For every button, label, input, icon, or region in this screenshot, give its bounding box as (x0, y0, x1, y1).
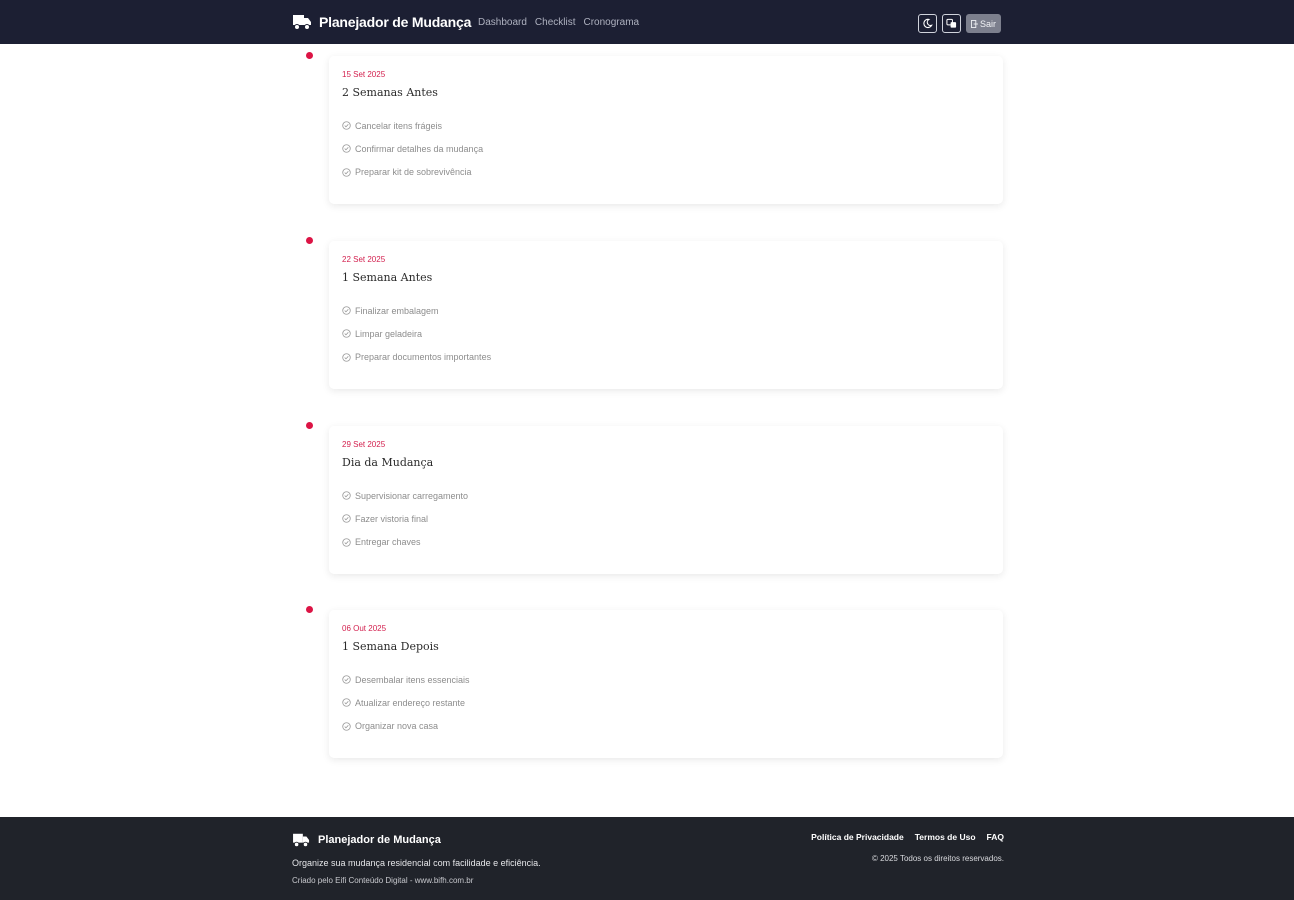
moon-icon (923, 18, 933, 29)
timeline-dot (306, 606, 313, 613)
brand-name: Planejador de Mudança (319, 14, 472, 30)
card-date: 06 Out 2025 (342, 624, 387, 633)
task-label: Preparar kit de sobrevivência (355, 167, 472, 178)
task-label: Finalizar embalagem (355, 305, 439, 316)
task-label: Preparar documentos importantes (355, 352, 492, 363)
timeline-dot (306, 237, 313, 244)
translate-button[interactable] (942, 14, 961, 33)
task-item[interactable]: Atualizar endereço restante (342, 691, 990, 714)
task-label: Atualizar endereço restante (355, 697, 466, 708)
task-item[interactable]: Desembalar itens essenciais (342, 668, 990, 691)
check-circle-icon (342, 168, 351, 177)
footer-description: Organize sua mudança residencial com fac… (292, 858, 541, 868)
task-list: Cancelar itens frágeis Confirmar detalhe… (342, 114, 990, 184)
navbar: Planejador de Mudança Dashboard Checklis… (0, 0, 1294, 44)
task-item[interactable]: Fazer vistoria final (342, 507, 990, 530)
nav-actions: Sair (918, 14, 1002, 33)
task-item[interactable]: Preparar documentos importantes (342, 346, 990, 369)
footer-credit[interactable]: Criado pelo Eifi Conteúdo Digital - www.… (292, 876, 473, 885)
nav-link-dashboard[interactable]: Dashboard (478, 17, 527, 28)
task-label: Organizar nova casa (355, 721, 439, 732)
task-item[interactable]: Organizar nova casa (342, 715, 990, 738)
task-label: Supervisionar carregamento (355, 490, 469, 501)
task-list: Desembalar itens essenciais Atualizar en… (342, 668, 990, 738)
footer-brand-name: Planejador de Mudança (318, 834, 441, 846)
footer-copyright: © 2025 Todos os direitos reservados. (871, 854, 1004, 863)
timeline-dot (306, 422, 313, 429)
footer-link-privacy[interactable]: Política de Privacidade (811, 832, 904, 842)
task-item[interactable]: Cancelar itens frágeis (342, 114, 990, 137)
nav-link-checklist[interactable]: Checklist (535, 17, 576, 28)
task-item[interactable]: Entregar chaves (342, 531, 990, 554)
logout-button[interactable]: Sair (966, 14, 1002, 33)
logout-label: Sair (980, 18, 997, 29)
check-circle-icon (342, 491, 351, 500)
task-label: Cancelar itens frágeis (355, 120, 443, 131)
card-title: 1 Semana Antes (342, 271, 433, 284)
footer: Planejador de Mudança Organize sua mudan… (0, 817, 1294, 900)
check-circle-icon (342, 698, 351, 708)
check-circle-icon (342, 538, 351, 547)
timeline-dot (306, 52, 313, 59)
check-circle-icon (342, 306, 351, 315)
footer-links: Política de Privacidade Termos de Uso FA… (811, 832, 1004, 842)
task-label: Entregar chaves (355, 537, 421, 548)
brand-link[interactable]: Planejador de Mudança (292, 13, 471, 31)
check-circle-icon (342, 144, 351, 154)
card-title: Dia da Mudança (342, 456, 434, 469)
translate-icon (946, 18, 957, 28)
timeline-card: 15 Set 2025 2 Semanas Antes Cancelar ite… (329, 56, 1003, 204)
task-item[interactable]: Confirmar detalhes da mudança (342, 137, 990, 160)
logout-icon (971, 19, 978, 28)
task-item[interactable]: Preparar kit de sobrevivência (342, 161, 990, 184)
timeline-card: 22 Set 2025 1 Semana Antes Finalizar emb… (329, 241, 1003, 389)
timeline-card: 06 Out 2025 1 Semana Depois Desembalar i… (329, 610, 1003, 758)
check-circle-icon (342, 121, 351, 130)
task-item[interactable]: Finalizar embalagem (342, 299, 990, 322)
check-circle-icon (342, 353, 351, 362)
footer-link-terms[interactable]: Termos de Uso (915, 832, 976, 842)
check-circle-icon (342, 722, 351, 731)
footer-link-faq[interactable]: FAQ (987, 832, 1004, 842)
task-item[interactable]: Limpar geladeira (342, 322, 990, 345)
check-circle-icon (342, 329, 351, 339)
nav-link-cronograma[interactable]: Cronograma (584, 17, 640, 28)
theme-toggle-button[interactable] (918, 14, 937, 33)
task-list: Finalizar embalagem Limpar geladeira Pre… (342, 299, 990, 369)
nav-links: Dashboard Checklist Cronograma (478, 17, 639, 28)
task-label: Confirmar detalhes da mudança (355, 143, 484, 154)
card-title: 2 Semanas Antes (342, 86, 438, 99)
card-date: 15 Set 2025 (342, 70, 386, 79)
task-label: Desembalar itens essenciais (355, 674, 470, 685)
card-title: 1 Semana Depois (342, 640, 439, 653)
task-label: Fazer vistoria final (355, 513, 429, 524)
check-circle-icon (342, 514, 351, 524)
card-date: 29 Set 2025 (342, 440, 386, 449)
task-list: Supervisionar carregamento Fazer vistori… (342, 484, 990, 554)
task-item[interactable]: Supervisionar carregamento (342, 484, 990, 507)
moving-truck-icon (293, 833, 310, 848)
check-circle-icon (342, 675, 351, 684)
moving-truck-icon (293, 15, 311, 30)
task-label: Limpar geladeira (355, 328, 423, 339)
timeline-card: 29 Set 2025 Dia da Mudança Supervisionar… (329, 426, 1003, 574)
footer-brand: Planejador de Mudança (292, 832, 441, 848)
card-date: 22 Set 2025 (342, 255, 386, 264)
